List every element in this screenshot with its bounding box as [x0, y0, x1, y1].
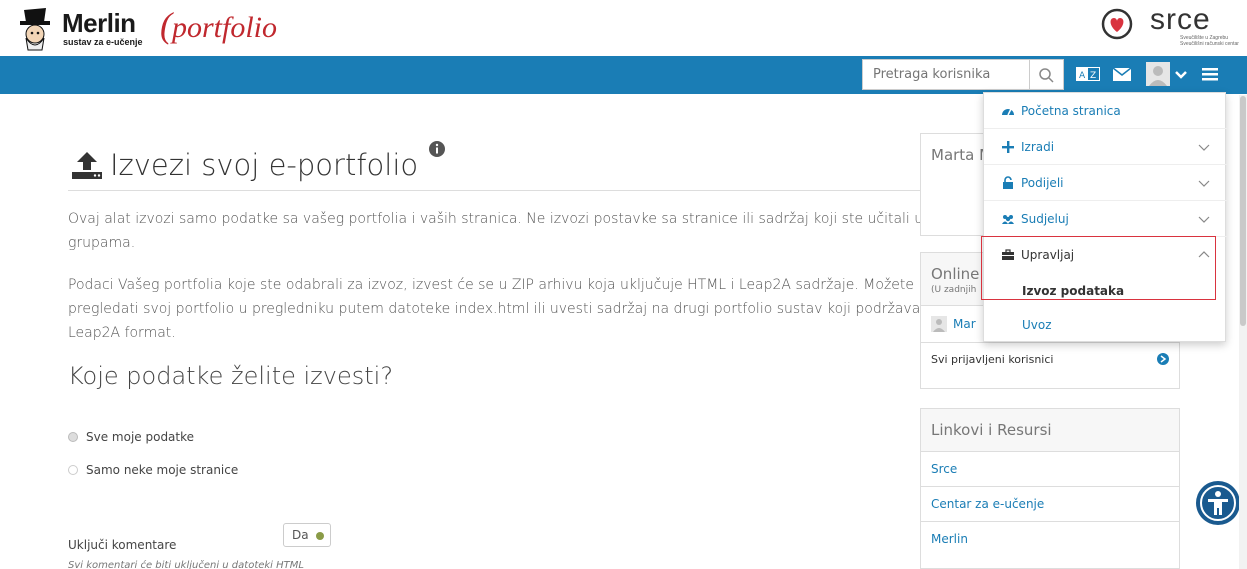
all-users-link[interactable]: Svi prijavljeni korisnici [921, 342, 1179, 376]
search-icon [1039, 68, 1054, 83]
include-comments-label: Uključi komentare [68, 538, 177, 552]
menu-icon[interactable] [1201, 63, 1219, 85]
links-title: Linkovi i Resursi [921, 409, 1179, 451]
search-input[interactable] [862, 59, 1030, 90]
mail-icon[interactable] [1111, 63, 1133, 85]
search-button[interactable] [1030, 59, 1064, 90]
menu-item-label: Sudjeluj [1021, 211, 1069, 226]
comments-help-text: Svi komentari će biti uključeni u datote… [68, 560, 304, 569]
menu-item-share[interactable]: Podijeli [984, 165, 1227, 201]
user-avatar-icon[interactable] [1145, 60, 1171, 88]
language-icon[interactable]: A Z [1075, 63, 1101, 85]
accessibility-button[interactable] [1196, 481, 1240, 525]
user-dropdown-menu: Početna stranica Izradi Podijeli Sudjelu… [983, 92, 1227, 342]
brand-name[interactable]: Merlin [62, 8, 136, 39]
lock-icon [1003, 175, 1013, 189]
details-paragraph: Podaci Vašeg portfolia koje ste odabrali… [68, 277, 921, 341]
accessibility-icon [1197, 482, 1239, 524]
menu-item-label: Početna stranica [1021, 103, 1121, 118]
page-title: Izvezi svoj e-portfolio [110, 148, 419, 182]
upload-icon [72, 152, 102, 179]
chevron-down-icon [1198, 216, 1210, 223]
partner-subtitle: Sveučilište u Zagrebu Sveučilišni računs… [1180, 35, 1239, 47]
link-centar[interactable]: Centar za e-učenje [921, 486, 1179, 521]
arrow-circle-right-icon [1157, 353, 1169, 365]
title-divider [68, 190, 924, 191]
scrollbar-thumb[interactable] [1240, 96, 1246, 326]
brand-subtitle: sustav za e-učenje [63, 37, 143, 47]
svg-text:A: A [1079, 71, 1086, 81]
user-avatar-icon [931, 316, 947, 332]
radio-label: Sve moje podatke [86, 430, 195, 444]
plus-icon [1002, 140, 1014, 153]
radio-label: Samo neke moje stranice [86, 463, 239, 477]
link-merlin[interactable]: Merlin [921, 521, 1179, 556]
portfolio-logo[interactable]: (portfolio [160, 4, 277, 46]
chevron-down-icon [1198, 144, 1210, 151]
chevron-down-icon[interactable] [1174, 63, 1188, 85]
radio-all-data[interactable]: Sve moje podatke [68, 430, 194, 444]
svg-text:Z: Z [1090, 71, 1096, 81]
online-user-name: Mar [953, 317, 976, 331]
link-srce[interactable]: Srce [921, 451, 1179, 486]
menu-item-label: Izradi [1021, 139, 1055, 154]
menu-item-engage[interactable]: Sudjeluj [984, 201, 1227, 237]
toggle-value: Da [292, 528, 309, 542]
intro-paragraph: Ovaj alat izvozi samo podatke sa vašeg p… [68, 211, 924, 251]
chevron-down-icon [1198, 180, 1210, 187]
highlight-box [981, 236, 1216, 300]
info-icon[interactable] [428, 140, 446, 158]
portfolio-logo-text: portfolio [172, 11, 278, 44]
section-heading: Koje podatke želite izvesti? [68, 362, 394, 390]
partner-logo-text[interactable]: srce [1150, 3, 1211, 37]
menu-subitem-import[interactable]: Uvoz [984, 308, 1227, 342]
menu-item-label: Podijeli [1021, 175, 1064, 190]
users-icon [1002, 214, 1014, 224]
menu-item-dashboard[interactable]: Početna stranica [984, 93, 1227, 129]
radio-button[interactable] [68, 432, 78, 442]
all-users-label: Svi prijavljeni korisnici [931, 353, 1054, 366]
include-comments-toggle[interactable]: Da [283, 523, 331, 547]
toggle-indicator [316, 532, 324, 540]
radio-button[interactable] [68, 465, 78, 475]
menu-item-create[interactable]: Izradi [984, 129, 1227, 165]
dashboard-icon [1002, 108, 1014, 115]
radio-some-pages[interactable]: Samo neke moje stranice [68, 463, 238, 477]
links-card: Linkovi i Resursi Srce Centar za e-učenj… [920, 408, 1180, 569]
